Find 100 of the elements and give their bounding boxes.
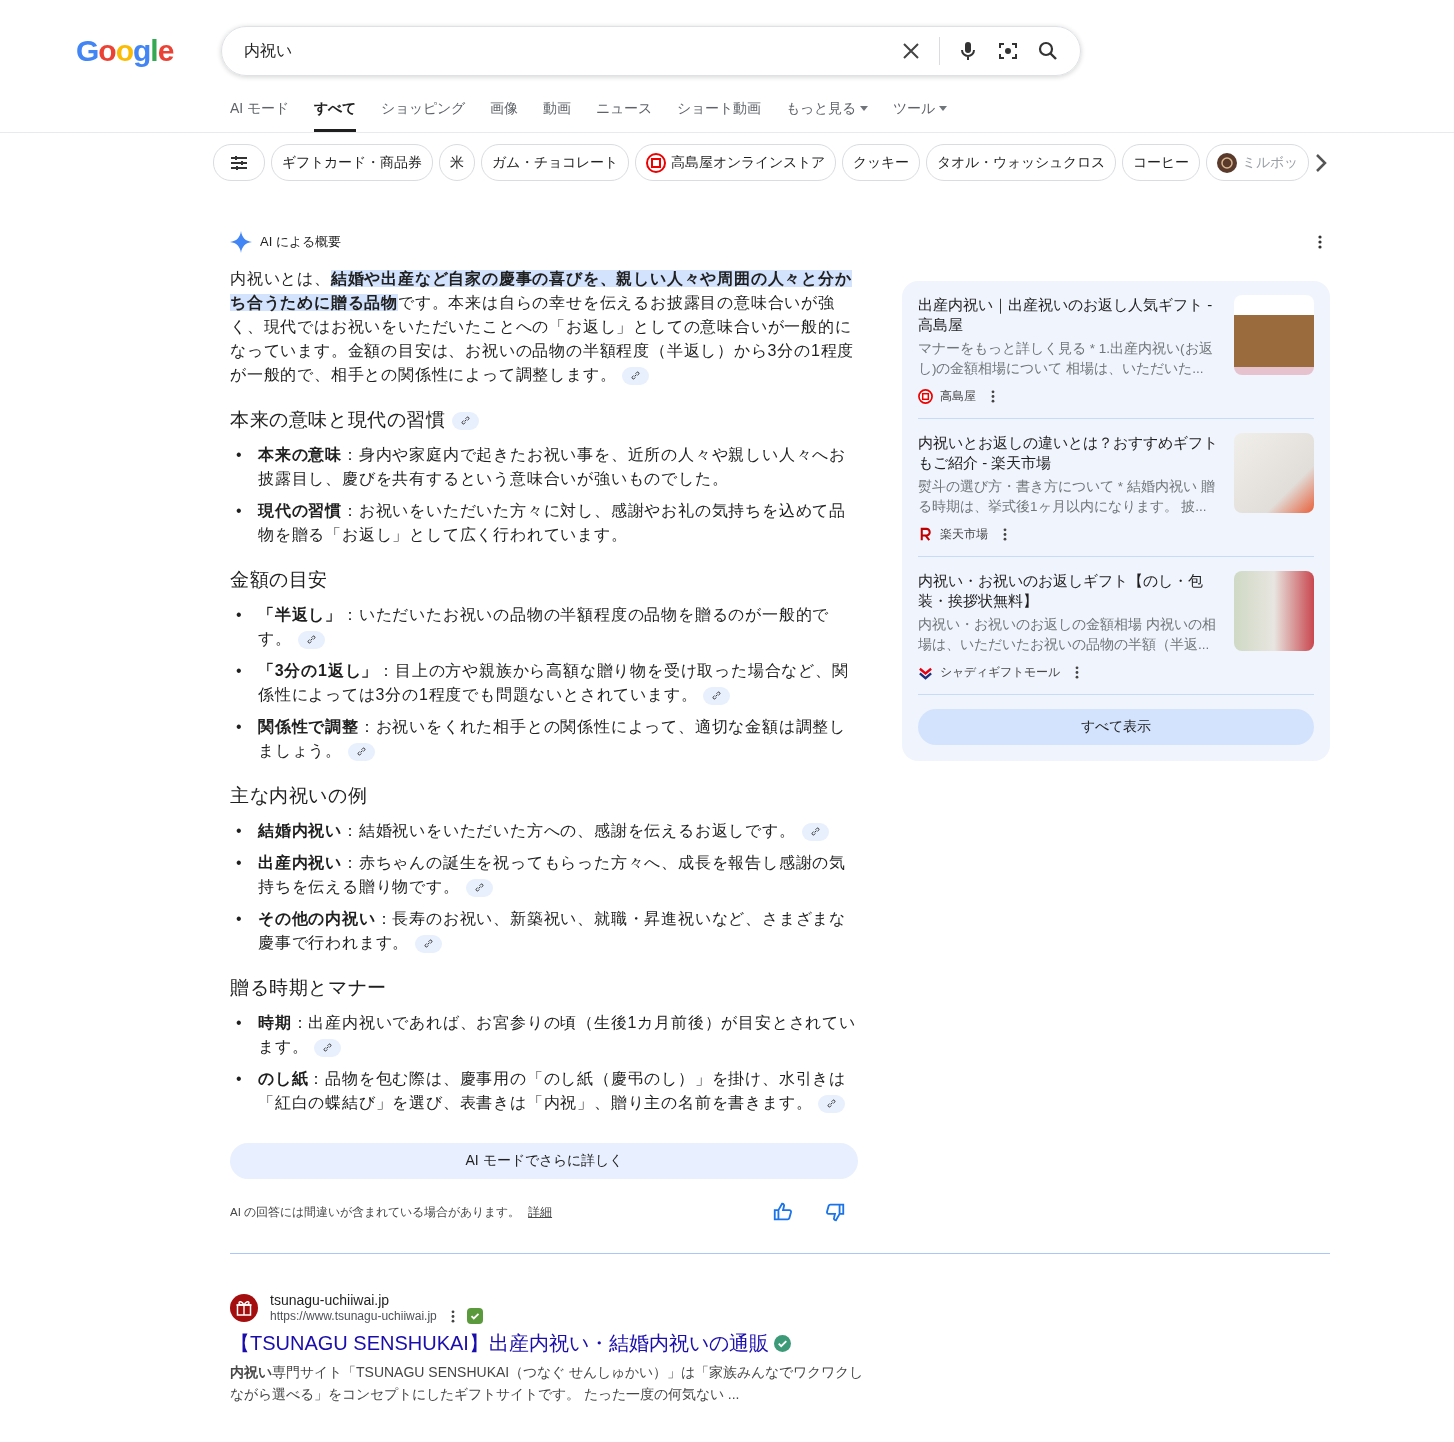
overview-paragraph: 内祝いとは、結婚や出産など自家の慶事の喜びを、親しい人々や周囲の人々と分かち合うために贈る品物です。本来は自らの幸せを伝えるお披露目の意味合いが強く、現代ではお祝いをいただいたことへの「お返し」としての意味合いが一般的になっています。金額の目安は、お祝いの品物の半額程度（半返し）から3分の1程度が一般的で、相手との関係性によって調整します。 (230, 269, 856, 387)
sparkle-icon (230, 231, 252, 253)
source-name: シャディギフトモール (940, 665, 1060, 680)
filter-chip[interactable]: ガム・チョコレート (481, 144, 629, 181)
bullet-marker: • (235, 909, 244, 929)
bullet-text: 「3分の1返し」：目上の方や親族から高額な贈り物を受け取った場合など、関係性によっては3分の1程度でも問題ないとされています。 (258, 661, 850, 707)
search-tab[interactable]: 動画 (543, 100, 572, 132)
bullet-text: その他の内祝い：長寿のお祝い、新築祝い、就職・昇進祝いなど、さまざまな慶事で行われます。 (258, 909, 847, 955)
search-bar[interactable]: 内祝い (221, 26, 1082, 76)
section-heading: 主な内祝いの例 (230, 785, 368, 806)
filter-chip[interactable]: 高島屋オンラインストア (635, 144, 836, 181)
bullet-marker: • (235, 853, 244, 873)
search-tab[interactable]: ショート動画 (677, 100, 762, 132)
bullet-text: 本来の意味：身内や家庭内で起きたお祝い事を、近所の人々や親しい人々へお披露目し、慶びを共有するという意味合いが強いものでした。 (258, 445, 847, 489)
ai-overview-label: AI による概要 (260, 233, 342, 251)
filter-chip[interactable]: 米 (439, 144, 475, 181)
site-name: tsunagu-uchiiwai.jp (270, 1292, 391, 1308)
section-heading: 金額の目安 (230, 569, 328, 590)
bullet-marker: • (235, 445, 244, 465)
show-all-button[interactable]: すべて表示 (918, 709, 1314, 745)
link-icon (460, 416, 470, 426)
filter-chip[interactable]: ギフトカード・商品券 (271, 144, 433, 181)
citation-link[interactable] (818, 1094, 846, 1113)
link-icon (712, 691, 722, 701)
chevron-right-icon[interactable] (1315, 152, 1327, 173)
source-name: 楽天市場 (940, 527, 988, 542)
citation-link[interactable] (465, 878, 493, 897)
site-url: https://www.tsunagu-uchiiwai.jp (270, 1309, 437, 1323)
more-options-icon[interactable] (1318, 235, 1322, 249)
round-thumbnail-icon (1217, 152, 1237, 173)
link-icon (306, 635, 316, 645)
section-heading: 贈る時期とマナー (230, 977, 387, 998)
search-tab[interactable]: AI モード (230, 100, 290, 132)
result-snippet: 内祝い専門サイト「TSUNAGU SENSHUKAI（つなぐ せんしゅかい）」は「家族みんなでワクワクしながら選べる」をコンセプトにしたギフトサイトです。 たった一度の何気ない ... (230, 1363, 865, 1404)
caret-icon (939, 106, 948, 111)
gift-icon (230, 1294, 258, 1322)
source-name: 高島屋 (940, 389, 976, 404)
link-icon (323, 1043, 333, 1053)
photo-placeholder[interactable] (1234, 295, 1314, 375)
bullet-marker: • (235, 501, 244, 521)
link-icon (474, 883, 484, 893)
thumbs-up-icon[interactable] (772, 1201, 794, 1223)
more-options-icon[interactable] (1075, 666, 1079, 679)
filter-chip[interactable]: コーヒー (1122, 144, 1200, 181)
source-title-link[interactable]: 内祝い・お祝いのお返しギフト【のし・包装・挨拶状無料】 (918, 571, 1220, 611)
source-snippet: 内祝い・お祝いのお返しの金額相場 内祝いの相場は、いただいたお祝いの品物の半額（半返... (918, 616, 1217, 654)
citation-link[interactable] (451, 412, 479, 430)
citation-link[interactable] (622, 366, 650, 385)
filter-chip[interactable]: タオル・ウォッシュクロス (926, 144, 1116, 181)
disclaimer-text: AI の回答には間違いが含まれている場合があります。 (230, 1204, 521, 1220)
search-tab[interactable]: すべて (314, 100, 357, 132)
thumbs-down-icon[interactable] (824, 1201, 846, 1223)
google-logo[interactable]: Google (74, 31, 176, 71)
link-icon (810, 827, 820, 837)
bullet-marker: • (235, 717, 244, 737)
circle-logo-icon (646, 152, 666, 173)
bullet-marker: • (235, 605, 244, 625)
link-icon (357, 747, 366, 757)
more-options-icon[interactable] (991, 390, 995, 403)
circle-logo-icon (918, 389, 933, 404)
filter-button[interactable] (213, 144, 265, 181)
citation-link[interactable] (348, 742, 375, 761)
photo-placeholder[interactable] (1234, 571, 1314, 651)
more-options-icon[interactable] (1003, 528, 1007, 541)
details-link[interactable]: 詳細 (528, 1204, 553, 1220)
citation-link[interactable] (314, 1038, 342, 1057)
filter-chip[interactable]: クッキー (842, 144, 920, 181)
letter-logo-icon (918, 527, 933, 542)
citation-link[interactable] (703, 686, 731, 705)
link-icon (631, 371, 641, 381)
search-tab[interactable]: もっと見る (786, 100, 869, 132)
check-circle-icon (773, 1335, 791, 1352)
bullet-text: 関係性で調整：お祝いをくれた相手との関係性によって、適切な金額は調整しましょう。 (258, 717, 847, 763)
more-options-icon[interactable] (450, 1309, 455, 1323)
citation-link[interactable] (297, 630, 325, 649)
link-icon (424, 939, 434, 949)
source-title-link[interactable]: 内祝いとお返しの違いとは？おすすめギフトもご紹介 - 楽天市場 (918, 433, 1220, 473)
ai-mode-button[interactable]: AI モードでさらに詳しく (230, 1143, 858, 1179)
bullet-text: 「半返し」：いただいたお祝いの品物の半額程度の品物を贈るのが一般的です。 (258, 605, 831, 651)
bullet-marker: • (235, 1069, 244, 1089)
bullet-text: 現代の習慣：お祝いをいただいた方々に対し、感謝やお礼の気持ちを込めて品物を贈る「お返し」として広く行われています。 (258, 501, 847, 545)
bullet-marker: • (235, 661, 244, 681)
search-tab[interactable]: 画像 (490, 100, 519, 132)
search-tab[interactable]: ツール (893, 100, 948, 132)
source-snippet: マナーをもっと詳しく見る * 1.出産内祝い(お返し)の金額相場について 相場は、いただいた... (918, 340, 1214, 378)
search-field[interactable]: 内祝い (242, 41, 884, 61)
bullet-text: 出産内祝い：赤ちゃんの誕生を祝ってもらった方々へ、成長を報告し感謝の気持ちを伝える贈り物です。 (258, 853, 847, 899)
link-icon (827, 1099, 837, 1109)
sliders-icon (230, 154, 248, 171)
caret-icon (860, 106, 869, 111)
source-snippet: 熨斗の選び方・書き方について * 結婚内祝い 贈る時期は、挙式後1ヶ月以内になります。 披... (918, 478, 1216, 516)
bullet-marker: • (235, 821, 244, 841)
result-title-link[interactable]: 【TSUNAGU SENSHUKAI】出産内祝い・結婚内祝いの通販 (230, 1330, 769, 1357)
chevron-logo-icon (918, 665, 933, 680)
citation-link[interactable] (415, 934, 443, 953)
search-tab[interactable]: ショッピング (381, 100, 466, 132)
source-title-link[interactable]: 出産内祝い｜出産祝いのお返し人気ギフト - 高島屋 (918, 295, 1220, 335)
search-tab[interactable]: ニュース (596, 100, 653, 132)
citation-link[interactable] (801, 822, 829, 841)
bullet-marker: • (235, 1013, 244, 1033)
